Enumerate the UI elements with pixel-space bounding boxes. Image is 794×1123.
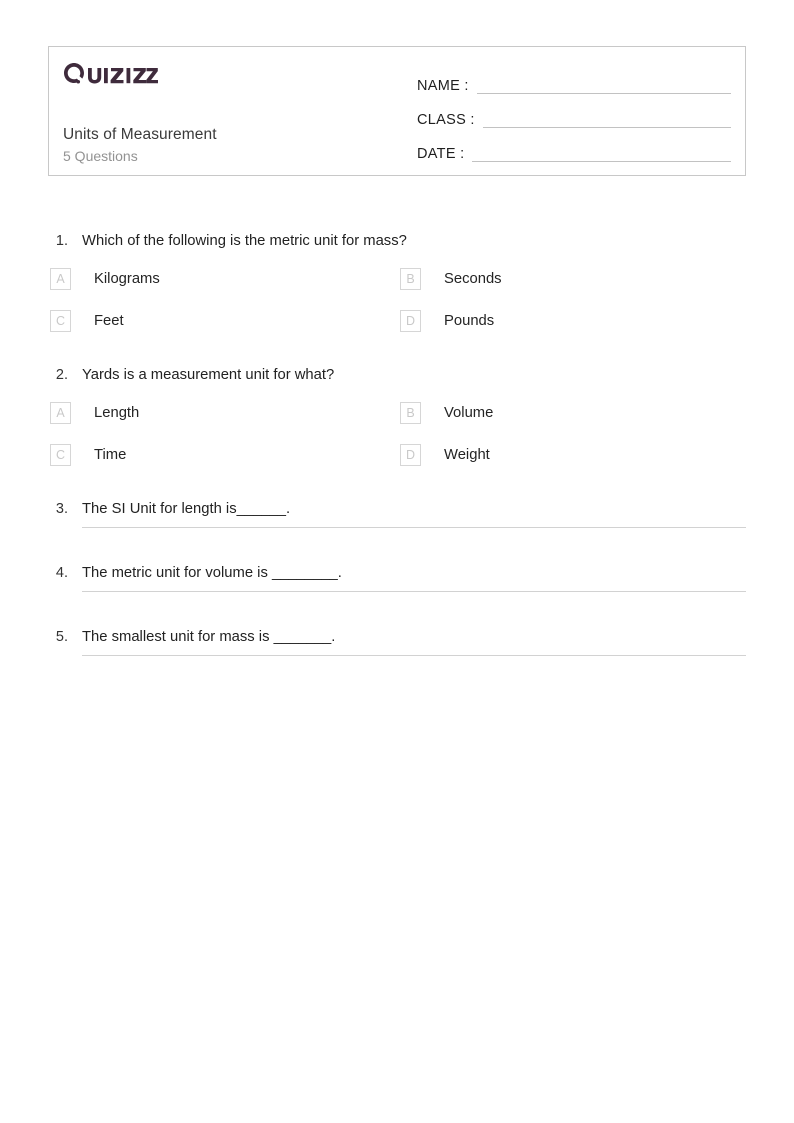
name-field-label: NAME :: [417, 78, 469, 94]
option-letter-b: B: [400, 267, 421, 290]
question-1-number: 1.: [55, 233, 68, 249]
question-1-option-c[interactable]: C Feet: [48, 309, 398, 332]
date-field-input-line[interactable]: [472, 160, 731, 162]
class-field-label: CLASS :: [417, 112, 475, 128]
class-field-row: CLASS :: [417, 97, 731, 131]
question-5-answer-line[interactable]: The smallest unit for mass is _______.: [82, 628, 746, 656]
question-2-option-c[interactable]: C Time: [48, 443, 398, 466]
question-count-label: 5 Questions: [63, 148, 138, 164]
option-text-a: Kilograms: [94, 270, 160, 287]
option-text-b: Volume: [444, 404, 494, 421]
date-field-row: DATE :: [417, 131, 731, 165]
question-1-options: A Kilograms B Seconds C Feet D Pounds: [48, 267, 746, 332]
quiz-title: Units of Measurement: [63, 126, 217, 143]
student-info-fields: NAME : CLASS : DATE :: [417, 63, 731, 165]
question-4-number: 4.: [55, 564, 68, 581]
date-field-label: DATE :: [417, 146, 465, 162]
question-2: 2. Yards is a measurement unit for what?…: [48, 366, 746, 466]
question-2-option-a[interactable]: A Length: [48, 401, 398, 424]
question-3-header: 3. The SI Unit for length is______.: [48, 500, 746, 528]
question-2-option-b[interactable]: B Volume: [398, 401, 746, 424]
option-letter-b: B: [400, 401, 421, 424]
option-letter-c: C: [50, 309, 71, 332]
question-5-header: 5. The smallest unit for mass is _______…: [48, 628, 746, 656]
option-text-d: Weight: [444, 446, 490, 463]
question-4-text: The metric unit for volume is ________.: [82, 564, 342, 581]
quizizz-logo: [63, 61, 158, 87]
question-1-text: Which of the following is the metric uni…: [82, 233, 407, 249]
question-3: 3. The SI Unit for length is______.: [48, 500, 746, 528]
question-4-answer-line[interactable]: The metric unit for volume is ________.: [82, 564, 746, 592]
question-1-option-b[interactable]: B Seconds: [398, 267, 746, 290]
question-5: 5. The smallest unit for mass is _______…: [48, 628, 746, 656]
question-2-number: 2.: [55, 366, 68, 383]
question-5-text: The smallest unit for mass is _______.: [82, 628, 336, 645]
question-3-answer-line[interactable]: The SI Unit for length is______.: [82, 500, 746, 528]
question-1-option-d[interactable]: D Pounds: [398, 309, 746, 332]
questions-list: 1. Which of the following is the metric …: [48, 232, 746, 656]
question-1-option-a[interactable]: A Kilograms: [48, 267, 398, 290]
question-5-number: 5.: [55, 628, 68, 645]
name-field-row: NAME :: [417, 63, 731, 97]
option-letter-d: D: [400, 309, 421, 332]
option-text-c: Time: [94, 446, 127, 463]
option-letter-c: C: [50, 443, 71, 466]
worksheet-header-card: Units of Measurement 5 Questions NAME : …: [48, 46, 746, 176]
question-3-text: The SI Unit for length is______.: [82, 500, 291, 517]
question-2-text: Yards is a measurement unit for what?: [82, 366, 335, 383]
quizizz-wordmark-icon: [64, 63, 158, 84]
option-letter-a: A: [50, 267, 71, 290]
option-letter-d: D: [400, 443, 421, 466]
question-2-header: 2. Yards is a measurement unit for what?: [48, 366, 746, 386]
name-field-input-line[interactable]: [476, 92, 731, 94]
question-1: 1. Which of the following is the metric …: [48, 232, 746, 332]
question-4-header: 4. The metric unit for volume is _______…: [48, 564, 746, 592]
option-text-a: Length: [94, 404, 140, 421]
question-1-header: 1. Which of the following is the metric …: [48, 232, 746, 252]
question-2-options: A Length B Volume C Time D Weight: [48, 401, 746, 466]
option-letter-a: A: [50, 401, 71, 424]
question-4: 4. The metric unit for volume is _______…: [48, 564, 746, 592]
question-3-number: 3.: [55, 500, 68, 517]
question-2-option-d[interactable]: D Weight: [398, 443, 746, 466]
header-left-section: Units of Measurement 5 Questions: [63, 47, 413, 175]
option-text-c: Feet: [94, 312, 124, 329]
option-text-b: Seconds: [444, 270, 502, 287]
option-text-d: Pounds: [444, 312, 495, 329]
class-field-input-line[interactable]: [482, 126, 731, 128]
